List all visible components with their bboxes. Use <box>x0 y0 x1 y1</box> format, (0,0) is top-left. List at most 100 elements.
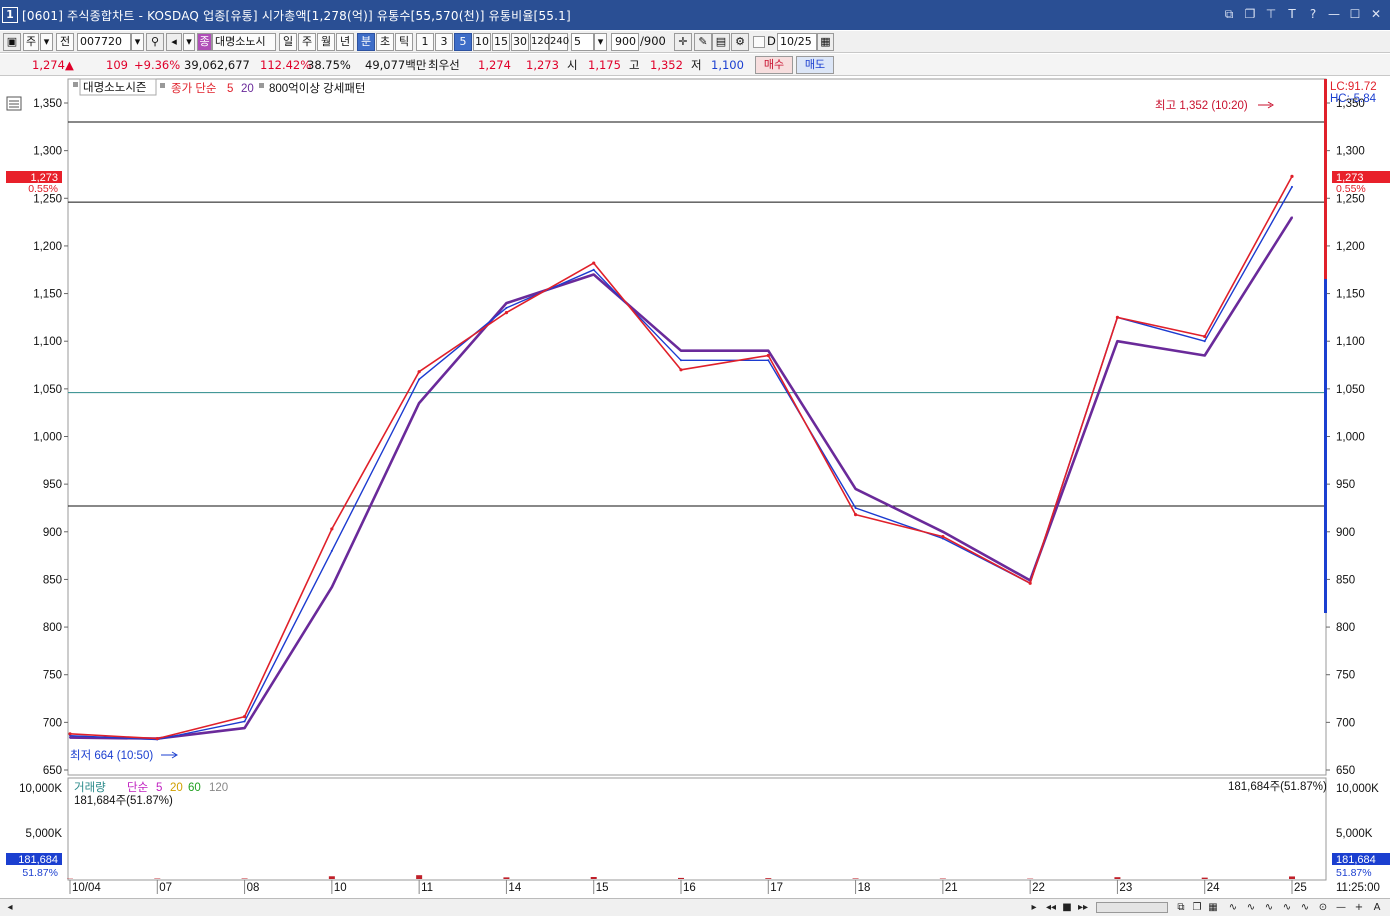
prev-button[interactable]: 전 <box>56 33 74 51</box>
zoom-reset-icon[interactable]: ⊙ <box>1316 900 1330 915</box>
series-point-2 <box>854 487 857 490</box>
dropdown-arrow-icon[interactable]: ▾ <box>40 33 53 51</box>
volume-bar <box>765 878 772 879</box>
series-point-0 <box>155 736 159 741</box>
title-bar: 1 [0601] 주식종합차트 - KOSDAQ 업종[유통] 시가총액[1,2… <box>0 0 1390 30</box>
minute-5[interactable]: 5 <box>454 33 472 51</box>
minute-30[interactable]: 30 <box>511 33 529 51</box>
price-label-right: 700 <box>1336 717 1355 729</box>
series-point-0 <box>1203 334 1207 339</box>
zoom-out-icon[interactable]: — <box>1334 900 1348 915</box>
series-point-0 <box>592 261 596 265</box>
date-check-label: D <box>767 34 776 48</box>
legend-marker <box>73 82 78 87</box>
date-checkbox[interactable] <box>753 36 765 48</box>
tab-minute[interactable]: 분 <box>357 33 375 51</box>
time-tick-label: 22 <box>1032 882 1045 894</box>
trend-icon-1[interactable]: ∿ <box>1226 900 1240 915</box>
volume-current-left: 181,684주(51.87%) <box>74 795 173 807</box>
minute-3[interactable]: 3 <box>435 33 453 51</box>
trend-icon-4[interactable]: ∿ <box>1280 900 1294 915</box>
price-label-left: 1,250 <box>33 193 62 205</box>
time-tick-label: 17 <box>770 882 783 894</box>
minimize-icon[interactable]: — <box>1326 6 1342 22</box>
trend-icon-3[interactable]: ∿ <box>1262 900 1276 915</box>
rewind-icon[interactable]: ◂◂ <box>1044 900 1058 915</box>
volume-legend-ma120: 120 <box>209 782 228 794</box>
open-price: 1,175 <box>588 58 621 72</box>
minute-120[interactable]: 120 <box>530 33 550 51</box>
font-icon[interactable]: T <box>1284 6 1300 22</box>
code-type-select[interactable]: 주 <box>23 33 39 51</box>
copy-icon[interactable]: ⧉ <box>1174 900 1188 915</box>
window-title: [0601] 주식종합차트 - KOSDAQ 업종[유통] 시가총액[1,278… <box>22 8 571 23</box>
stock-code-input[interactable]: 007720 <box>77 33 131 51</box>
minute-1[interactable]: 1 <box>416 33 434 51</box>
time-tick-label: 24 <box>1207 882 1220 894</box>
lc-label: LC:91.72 <box>1330 81 1377 93</box>
price-label-left: 850 <box>43 574 62 586</box>
price-label-right: 1,050 <box>1336 384 1365 396</box>
window-icon[interactable]: ❐ <box>1190 900 1204 915</box>
link-icon[interactable]: ⧉ <box>1221 6 1237 22</box>
calendar-icon[interactable]: ▦ <box>817 33 834 51</box>
price-label-left: 950 <box>43 479 62 491</box>
price-label-left: 1,350 <box>33 98 62 110</box>
count-total: /900 <box>640 34 666 48</box>
scroll-left-icon[interactable]: ◂ <box>4 900 16 915</box>
trend-icon-2[interactable]: ∿ <box>1244 900 1258 915</box>
volume-tag-right-text: 181,684 <box>1336 854 1376 866</box>
count-input[interactable]: 900 <box>611 33 639 51</box>
volume-panel[interactable] <box>67 777 1327 881</box>
minute-10[interactable]: 10 <box>473 33 491 51</box>
zoom-in-icon[interactable]: + <box>1352 900 1366 915</box>
series-point-0 <box>853 513 858 517</box>
auto-scale-icon[interactable]: A <box>1370 900 1384 915</box>
crosshair-icon[interactable]: ✛ <box>674 33 692 51</box>
interval-input[interactable]: 5 <box>571 33 594 51</box>
vol-axis-left-10000: 10,000K <box>19 783 62 795</box>
speaker-icon[interactable]: ◂ <box>166 33 182 51</box>
help-icon[interactable]: ? <box>1305 6 1321 22</box>
current-price: 1,274 <box>32 58 65 72</box>
price-label-left: 1,000 <box>33 432 62 444</box>
tab-month[interactable]: 월 <box>317 33 335 51</box>
tab-tick[interactable]: 틱 <box>395 33 413 51</box>
stop-icon[interactable]: ■ <box>1060 900 1074 915</box>
series-point-0 <box>417 370 421 374</box>
layout-icon[interactable]: ▣ <box>3 33 21 51</box>
up-arrow-icon: ▲ <box>65 58 74 72</box>
save-icon[interactable]: ▤ <box>712 33 730 51</box>
pin-icon[interactable]: ⊤ <box>1263 6 1279 22</box>
code-dropdown-icon[interactable]: ▾ <box>131 33 144 51</box>
scroll-right-icon[interactable]: ▸ <box>1028 900 1040 915</box>
series-point-2 <box>1291 216 1293 219</box>
sell-button[interactable]: 매도 <box>796 56 834 74</box>
minute-15[interactable]: 15 <box>492 33 510 51</box>
restore-icon[interactable]: ❐ <box>1242 6 1258 22</box>
grid-icon[interactable]: ▦ <box>1206 900 1220 915</box>
trend-icon-5[interactable]: ∿ <box>1298 900 1312 915</box>
interval-dropdown-icon[interactable]: ▾ <box>594 33 607 51</box>
tab-day[interactable]: 일 <box>279 33 297 51</box>
tab-week[interactable]: 주 <box>298 33 316 51</box>
legend-name: 대명소노시즌 <box>83 81 146 94</box>
tab-year[interactable]: 년 <box>336 33 354 51</box>
close-icon[interactable]: ✕ <box>1368 6 1384 22</box>
series-point-0 <box>679 368 683 372</box>
maximize-icon[interactable]: ☐ <box>1347 6 1363 22</box>
stock-chart[interactable]: 1,350 1,300 1,250 1,200 1,150 1,100 1,050 1,000… <box>0 78 1390 906</box>
forward-icon[interactable]: ▸▸ <box>1076 900 1090 915</box>
speaker-dropdown-icon[interactable]: ▾ <box>183 33 195 51</box>
series-point-2 <box>767 349 770 352</box>
gear-icon[interactable]: ⚙ <box>731 33 749 51</box>
minute-240[interactable]: 240 <box>549 33 569 51</box>
scroll-bar: ◂ ▸ ◂◂ ■ ▸▸ ⧉ ❐ ▦ ∿ ∿ ∿ ∿ ∿ ⊙ — + A <box>0 898 1390 916</box>
open-label: 시 <box>567 58 578 72</box>
tab-second[interactable]: 초 <box>376 33 394 51</box>
zoom-slider[interactable] <box>1096 902 1168 913</box>
date-input[interactable]: 10/25 <box>777 33 817 51</box>
search-icon[interactable]: ⚲ <box>146 33 164 51</box>
buy-button[interactable]: 매수 <box>755 56 793 74</box>
draw-icon[interactable]: ✎ <box>694 33 712 51</box>
